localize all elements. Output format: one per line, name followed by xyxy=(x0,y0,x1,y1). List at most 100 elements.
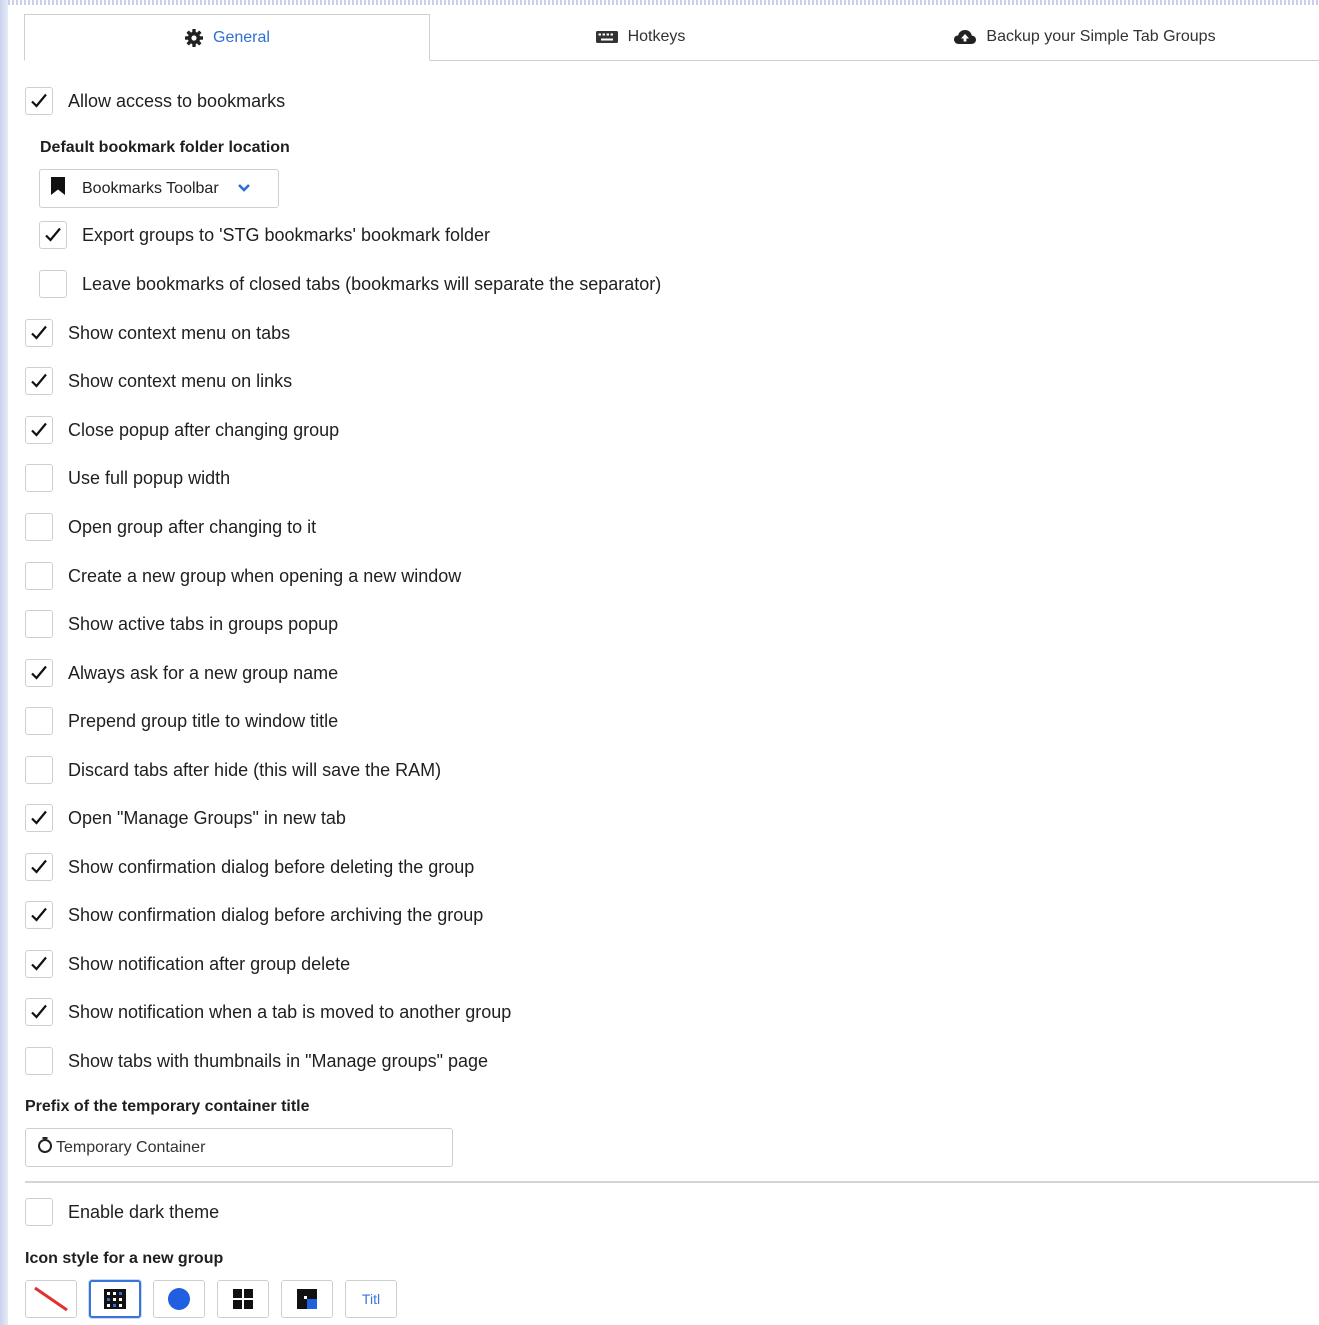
checkmark-icon xyxy=(31,93,47,108)
checkbox-active-tabs-popup[interactable] xyxy=(25,610,53,638)
label-new-group-new-window: Create a new group when opening a new wi… xyxy=(68,565,462,586)
option-thumbnails[interactable]: Show tabs with thumbnails in "Manage gro… xyxy=(25,1045,488,1077)
checkbox-full-popup-width[interactable] xyxy=(25,464,53,492)
icon-style-title-button[interactable]: Titl xyxy=(345,1280,397,1318)
cloud-upload-icon xyxy=(953,28,977,46)
checkbox-close-popup[interactable] xyxy=(25,416,53,444)
option-notify-moved[interactable]: Show notification when a tab is moved to… xyxy=(25,996,511,1028)
tab-hotkeys-label: Hotkeys xyxy=(627,28,686,45)
section-divider xyxy=(25,1181,1319,1183)
label-open-group-after: Open group after changing to it xyxy=(68,516,317,537)
squares-icon xyxy=(104,1289,126,1309)
option-active-tabs-popup[interactable]: Show active tabs in groups popup xyxy=(25,608,338,640)
label-notify-delete: Show notification after group delete xyxy=(68,953,351,974)
option-allow-bookmarks[interactable]: Allow access to bookmarks xyxy=(25,85,285,117)
checkbox-export-groups[interactable] xyxy=(39,221,67,249)
label-manage-groups-new-tab: Open "Manage Groups" in new tab xyxy=(68,807,346,828)
label-confirm-archive: Show confirmation dialog before archivin… xyxy=(68,904,484,925)
label-context-menu-tabs: Show context menu on tabs xyxy=(68,322,291,343)
label-ask-group-name: Always ask for a new group name xyxy=(68,662,339,683)
icon-style-grid-button[interactable] xyxy=(217,1280,269,1318)
icon-style-blocks-button[interactable] xyxy=(281,1280,333,1318)
checkmark-icon xyxy=(31,907,47,922)
timer-icon xyxy=(37,1136,53,1159)
bookmark-icon xyxy=(50,176,66,201)
label-export-groups: Export groups to 'STG bookmarks' bookmar… xyxy=(82,224,491,245)
option-notify-delete[interactable]: Show notification after group delete xyxy=(25,948,350,980)
checkbox-notify-moved[interactable] xyxy=(25,998,53,1026)
option-dark-theme[interactable]: Enable dark theme xyxy=(25,1196,219,1228)
label-full-popup-width: Use full popup width xyxy=(68,467,231,488)
label-thumbnails: Show tabs with thumbnails in "Manage gro… xyxy=(68,1050,489,1071)
bookmark-folder-select[interactable]: Bookmarks Toolbar xyxy=(39,169,279,208)
circle-icon xyxy=(168,1288,190,1310)
checkbox-context-menu-links[interactable] xyxy=(25,367,53,395)
checkbox-prepend-title[interactable] xyxy=(25,707,53,735)
label-dark-theme: Enable dark theme xyxy=(68,1201,220,1222)
option-discard-tabs[interactable]: Discard tabs after hide (this will save … xyxy=(25,754,441,786)
checkbox-thumbnails[interactable] xyxy=(25,1047,53,1075)
checkbox-discard-tabs[interactable] xyxy=(25,756,53,784)
checkmark-icon xyxy=(45,227,61,242)
label-confirm-delete: Show confirmation dialog before deleting… xyxy=(68,856,475,877)
option-full-popup-width[interactable]: Use full popup width xyxy=(25,462,230,494)
label-notify-moved: Show notification when a tab is moved to… xyxy=(68,1001,512,1022)
tab-backup-label: Backup your Simple Tab Groups xyxy=(986,28,1216,45)
no-icon-icon xyxy=(34,1286,68,1312)
tab-general[interactable]: General xyxy=(24,14,430,61)
option-prepend-title[interactable]: Prepend group title to window title xyxy=(25,705,338,737)
option-manage-groups-new-tab[interactable]: Open "Manage Groups" in new tab xyxy=(25,802,346,834)
checkmark-icon xyxy=(31,422,47,437)
checkmark-icon xyxy=(31,810,47,825)
option-export-groups[interactable]: Export groups to 'STG bookmarks' bookmar… xyxy=(39,219,490,251)
option-new-group-new-window[interactable]: Create a new group when opening a new wi… xyxy=(25,560,461,592)
gear-icon xyxy=(184,28,204,48)
option-open-group-after[interactable]: Open group after changing to it xyxy=(25,511,316,543)
tab-general-label: General xyxy=(213,28,270,46)
checkbox-confirm-delete[interactable] xyxy=(25,853,53,881)
icon-style-squares-button[interactable] xyxy=(89,1280,141,1318)
option-context-menu-links[interactable]: Show context menu on links xyxy=(25,365,292,397)
checkbox-leave-bookmarks[interactable] xyxy=(39,270,67,298)
chevron-down-icon xyxy=(237,180,251,198)
checkbox-context-menu-tabs[interactable] xyxy=(25,319,53,347)
checkmark-icon xyxy=(31,859,47,874)
option-context-menu-tabs[interactable]: Show context menu on tabs xyxy=(25,317,290,349)
icon-style-none-button[interactable] xyxy=(25,1280,77,1318)
container-prefix-value: Temporary Container xyxy=(56,1138,206,1156)
checkmark-icon xyxy=(31,956,47,971)
option-ask-group-name[interactable]: Always ask for a new group name xyxy=(25,657,338,689)
label-active-tabs-popup: Show active tabs in groups popup xyxy=(68,613,339,634)
option-leave-bookmarks[interactable]: Leave bookmarks of closed tabs (bookmark… xyxy=(39,268,661,300)
checkbox-ask-group-name[interactable] xyxy=(25,659,53,687)
keyboard-icon xyxy=(595,29,619,45)
checkbox-allow-bookmarks[interactable] xyxy=(25,87,53,115)
label-discard-tabs: Discard tabs after hide (this will save … xyxy=(68,759,442,780)
icon-style-heading: Icon style for a new group xyxy=(25,1250,224,1267)
icon-style-circle-button[interactable] xyxy=(153,1280,205,1318)
option-close-popup[interactable]: Close popup after changing group xyxy=(25,414,339,446)
tab-hotkeys[interactable]: Hotkeys xyxy=(430,14,850,60)
blocks-icon xyxy=(297,1289,317,1309)
checkbox-notify-delete[interactable] xyxy=(25,950,53,978)
checkbox-new-group-new-window[interactable] xyxy=(25,562,53,590)
label-leave-bookmarks: Leave bookmarks of closed tabs (bookmark… xyxy=(82,273,662,294)
checkbox-manage-groups-new-tab[interactable] xyxy=(25,804,53,832)
window-top-edge xyxy=(0,0,1319,5)
window-left-edge xyxy=(0,0,8,1325)
option-confirm-archive[interactable]: Show confirmation dialog before archivin… xyxy=(25,899,483,931)
container-prefix-heading: Prefix of the temporary container title xyxy=(25,1098,310,1115)
bookmark-folder-value: Bookmarks Toolbar xyxy=(82,179,219,197)
label-close-popup: Close popup after changing group xyxy=(68,419,340,440)
checkbox-confirm-archive[interactable] xyxy=(25,901,53,929)
checkbox-open-group-after[interactable] xyxy=(25,513,53,541)
container-prefix-input[interactable]: Temporary Container xyxy=(25,1128,453,1167)
bookmark-folder-heading: Default bookmark folder location xyxy=(40,139,290,156)
option-confirm-delete[interactable]: Show confirmation dialog before deleting… xyxy=(25,851,474,883)
checkmark-icon xyxy=(31,325,47,340)
label-allow-bookmarks: Allow access to bookmarks xyxy=(68,90,286,111)
settings-tabs: General Hotkeys Backup your Simple Tab G… xyxy=(24,14,1319,61)
tab-backup[interactable]: Backup your Simple Tab Groups xyxy=(850,14,1319,60)
checkbox-dark-theme[interactable] xyxy=(25,1198,53,1226)
checkmark-icon xyxy=(31,373,47,388)
